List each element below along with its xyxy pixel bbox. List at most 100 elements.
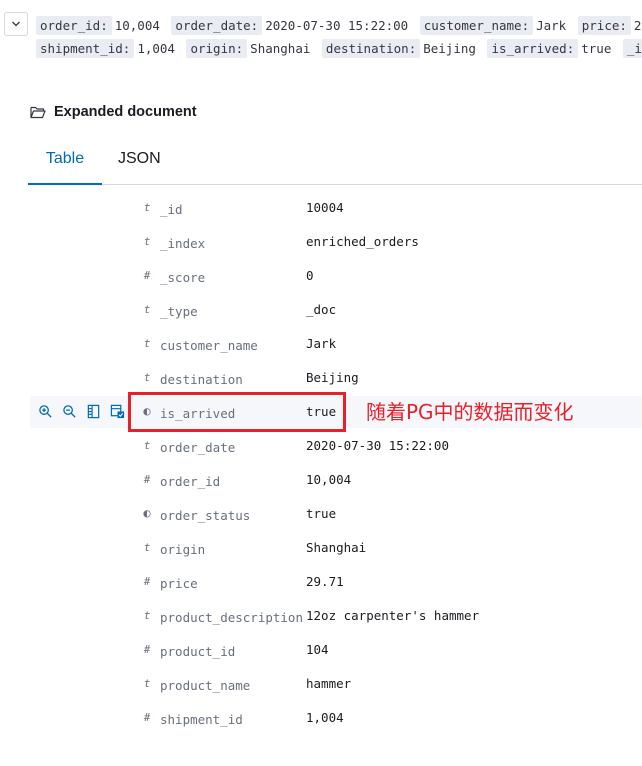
- expanded-document-header: Expanded document: [30, 104, 197, 120]
- field-name: _score: [160, 270, 206, 285]
- field-value: 2020-07-30 15:22:00: [306, 438, 449, 453]
- summary-pair: order_date: 2020-07-30 15:22:00: [171, 16, 409, 35]
- field-name: _type: [160, 304, 198, 319]
- field-value: 1,004: [306, 710, 344, 725]
- field-row: t destination Beijing: [30, 362, 642, 394]
- summary-key: _id:: [622, 39, 642, 58]
- field-name: _id: [160, 202, 183, 217]
- field-value: 12oz carpenter's hammer: [306, 608, 480, 623]
- field-value: enriched_orders: [306, 234, 419, 249]
- field-row: # shipment_id 1,004: [30, 702, 642, 734]
- folder-open-icon: [30, 106, 46, 119]
- summary-key: is_arrived:: [487, 39, 579, 58]
- summary-key: order_id:: [36, 16, 112, 35]
- summary-pair: shipment_id: 1,004: [36, 39, 175, 58]
- field-row: t product_description 12oz carpenter's ham…: [30, 600, 642, 632]
- summary-pair: is_arrived: true: [487, 39, 612, 58]
- field-name: origin: [160, 542, 206, 557]
- string-type-icon: t: [143, 439, 151, 452]
- summary-key: price:: [577, 16, 631, 35]
- field-row: t customer_name Jark: [30, 328, 642, 360]
- summary-pair: customer_name: Jark: [419, 16, 567, 35]
- toggle-column-icon[interactable]: [86, 404, 101, 419]
- string-type-icon: t: [143, 235, 151, 248]
- number-type-icon: #: [143, 711, 151, 724]
- string-type-icon: t: [143, 337, 151, 350]
- string-type-icon: t: [143, 677, 151, 690]
- field-name: order_status: [160, 508, 251, 523]
- field-value: Jark: [306, 336, 337, 351]
- field-row: t _id 10004: [30, 192, 642, 224]
- summary-key: destination:: [321, 39, 421, 58]
- number-type-icon: #: [143, 269, 151, 282]
- summary-key: origin:: [186, 39, 248, 58]
- number-type-icon: #: [143, 473, 151, 486]
- summary-pair: price:29.71: [577, 16, 642, 35]
- highlight-box: [128, 392, 346, 432]
- chevron-down-icon: [12, 21, 20, 27]
- tab-table[interactable]: Table: [28, 142, 102, 185]
- summary-value: Beijing: [423, 41, 476, 56]
- string-type-icon: t: [143, 201, 151, 214]
- field-value: Beijing: [306, 370, 359, 385]
- boolean-type-icon: ◐: [143, 506, 151, 520]
- summary-value: 1,004: [137, 41, 175, 56]
- field-row: t _type _doc: [30, 294, 642, 326]
- string-type-icon: t: [143, 609, 151, 622]
- field-name: product_name: [160, 678, 251, 693]
- field-name: order_id: [160, 474, 221, 489]
- collapse-toggle-button[interactable]: [4, 12, 28, 36]
- summary-value: 10,004: [114, 18, 160, 33]
- summary-pair: destination: Beijing: [321, 39, 476, 58]
- summary-key: customer_name:: [419, 16, 534, 35]
- number-type-icon: #: [143, 575, 151, 588]
- string-type-icon: t: [143, 541, 151, 554]
- field-row: t order_date 2020-07-30 15:22:00: [30, 430, 642, 462]
- field-value: 10004: [306, 200, 344, 215]
- field-name: product_id: [160, 644, 236, 659]
- filter-exists-icon[interactable]: [110, 404, 125, 419]
- field-row: # price 29.71: [30, 566, 642, 598]
- summary-value: 2020-07-30 15:22:00: [265, 18, 409, 33]
- field-row: # order_id 10,004: [30, 464, 642, 496]
- field-value: Shanghai: [306, 540, 367, 555]
- field-row: # _score 0: [30, 260, 642, 292]
- field-row: t origin Shanghai: [30, 532, 642, 564]
- field-name: product_description: [160, 610, 303, 625]
- document-summary: order_id: 10,004 order_date: 2020-07-30 15…: [36, 14, 642, 60]
- summary-pair: _id:10004: [622, 39, 642, 58]
- field-name: order_date: [160, 440, 236, 455]
- summary-row-2: shipment_id: 1,004 origin: Shanghai destin…: [36, 37, 642, 60]
- field-row: t product_name hammer: [30, 668, 642, 700]
- summary-key: shipment_id:: [36, 39, 135, 58]
- field-value: 29.71: [306, 574, 344, 589]
- annotation-text: 随着PG中的数据而变化: [366, 400, 574, 424]
- field-value: 10,004: [306, 472, 352, 487]
- summary-row-1: order_id: 10,004 order_date: 2020-07-30 15…: [36, 14, 642, 37]
- field-value: true: [306, 506, 337, 521]
- summary-value: true: [581, 41, 612, 56]
- field-value: 104: [306, 642, 329, 657]
- summary-pair: origin: Shanghai: [186, 39, 311, 58]
- field-row: # product_id 104: [30, 634, 642, 666]
- field-name: shipment_id: [160, 712, 243, 727]
- summary-pair: order_id: 10,004: [36, 16, 160, 35]
- field-value: _doc: [306, 302, 337, 317]
- field-row: t _index enriched_orders: [30, 226, 642, 258]
- tab-json[interactable]: JSON: [118, 142, 161, 183]
- summary-value: Jark: [536, 18, 567, 33]
- string-type-icon: t: [143, 371, 151, 384]
- view-tabs: Table JSON: [28, 142, 642, 185]
- field-name: destination: [160, 372, 243, 387]
- filter-for-value-icon[interactable]: [38, 404, 53, 419]
- field-actions: [38, 404, 125, 419]
- number-type-icon: #: [143, 643, 151, 656]
- string-type-icon: t: [143, 303, 151, 316]
- field-value: hammer: [306, 676, 352, 691]
- filter-out-value-icon[interactable]: [62, 404, 77, 419]
- summary-value: Shanghai: [250, 41, 311, 56]
- expanded-document-title: Expanded document: [54, 104, 197, 120]
- field-name: price: [160, 576, 198, 591]
- field-row: ◐ order_status true: [30, 498, 642, 530]
- summary-value: 29.71: [633, 18, 642, 33]
